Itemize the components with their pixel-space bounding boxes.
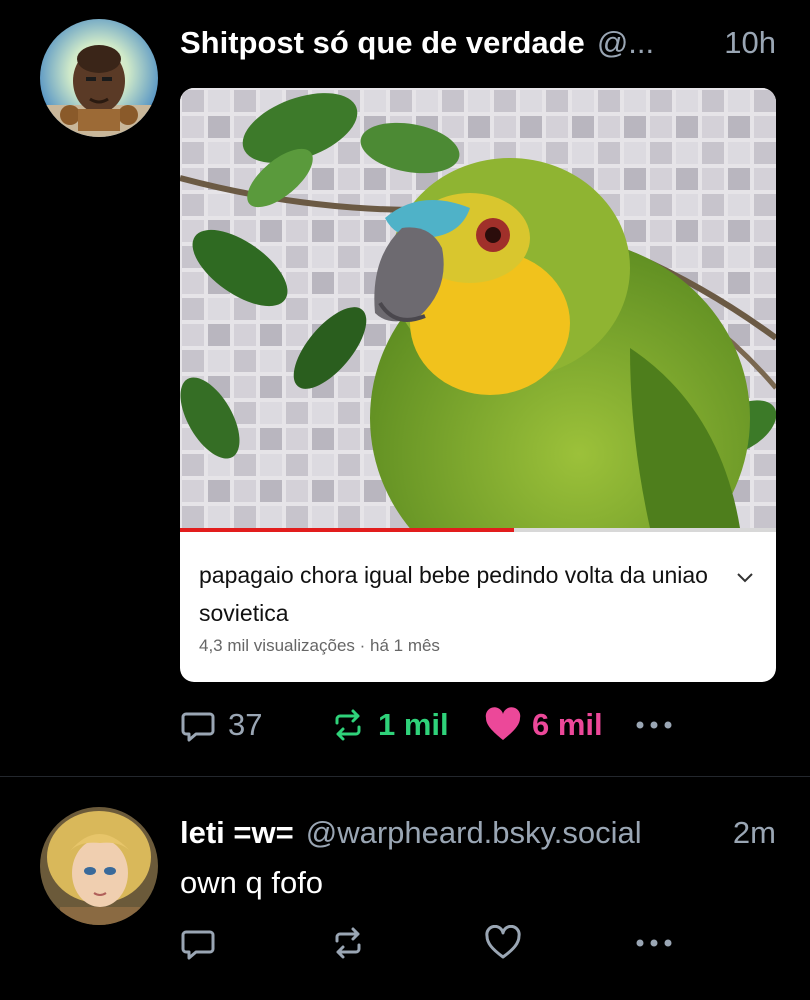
repost-button[interactable] — [330, 925, 484, 961]
like-button[interactable]: 6 mil — [484, 707, 634, 743]
author-handle[interactable]: @... — [597, 25, 654, 61]
video-embed-card[interactable]: papagaio chora igual bebe pedindo volta … — [180, 88, 776, 682]
timestamp[interactable]: 2m — [715, 815, 776, 851]
post-actions — [180, 925, 674, 961]
video-title[interactable]: papagaio chora igual bebe pedindo volta … — [199, 556, 719, 632]
reply-count: 37 — [228, 707, 263, 742]
reply-icon — [181, 930, 215, 960]
more-icon — [636, 939, 672, 947]
more-icon — [636, 721, 672, 729]
repost-count: 1 mil — [378, 707, 449, 742]
video-thumbnail[interactable] — [180, 88, 776, 530]
reply-button[interactable] — [180, 925, 330, 961]
video-progress-fill — [180, 528, 514, 532]
post-text: own q fofo — [180, 865, 324, 900]
post-header: leti =w= @warpheard.bsky.social 2m — [180, 815, 776, 851]
reply-button[interactable]: 37 — [180, 707, 330, 743]
heart-outline-icon — [485, 925, 521, 959]
post-header: Shitpost só que de verdade @... 10h — [180, 25, 776, 61]
timestamp[interactable]: 10h — [706, 25, 776, 61]
post[interactable]: leti =w= @warpheard.bsky.social 2m own q… — [0, 777, 810, 1000]
more-options-button[interactable] — [634, 937, 674, 949]
post-actions: 37 1 mil 6 mil — [180, 707, 674, 743]
like-button[interactable] — [484, 925, 634, 961]
repost-icon — [335, 709, 361, 741]
repost-icon — [335, 927, 361, 959]
chevron-down-icon[interactable] — [734, 566, 756, 588]
video-meta: 4,3 mil visualizações · há 1 mês — [199, 636, 440, 655]
avatar[interactable] — [40, 807, 158, 925]
heart-icon — [485, 707, 521, 740]
more-options-button[interactable] — [634, 719, 674, 731]
avatar-image — [40, 19, 158, 137]
author-name[interactable]: leti =w= — [180, 815, 294, 851]
repost-button[interactable]: 1 mil — [330, 707, 484, 743]
post[interactable]: Shitpost só que de verdade @... 10h papa… — [0, 0, 810, 776]
author-name[interactable]: Shitpost só que de verdade — [180, 25, 585, 61]
author-handle[interactable]: @warpheard.bsky.social — [306, 815, 642, 851]
avatar-image — [40, 807, 158, 925]
video-progress-bar[interactable] — [180, 528, 776, 532]
reply-icon — [181, 712, 215, 742]
like-count: 6 mil — [532, 707, 603, 742]
avatar[interactable] — [40, 19, 158, 137]
